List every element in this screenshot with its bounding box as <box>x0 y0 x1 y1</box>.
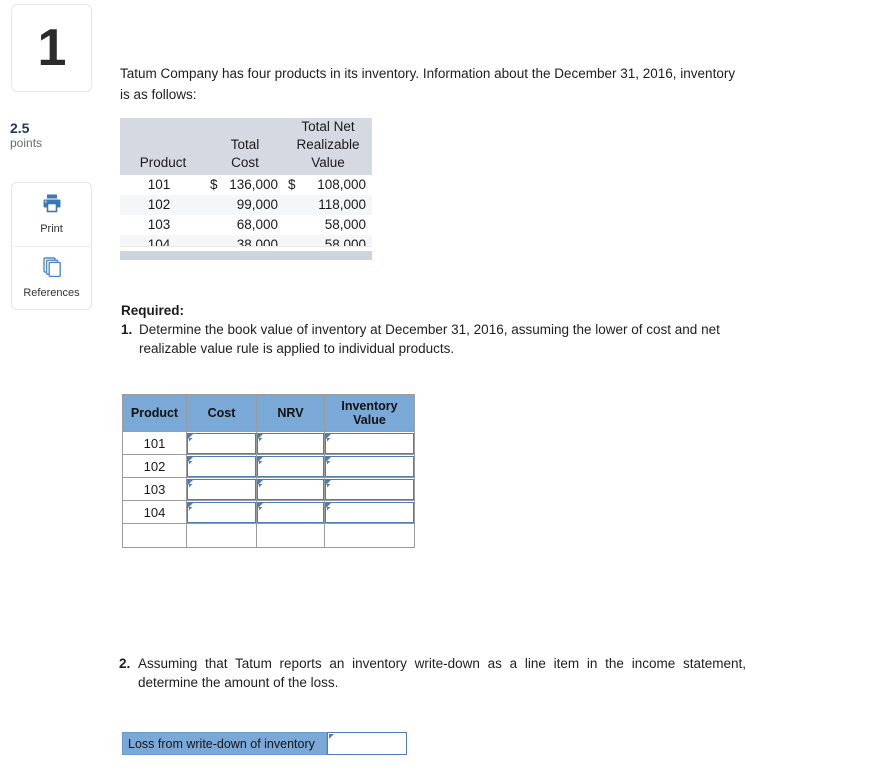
given-data-table: Product Total Cost Total Net Realizable … <box>120 118 372 255</box>
nrv-amount: 108,000 <box>317 177 366 192</box>
nrv-currency-symbol: $ <box>288 177 296 192</box>
table-row: 104 <box>122 500 415 524</box>
cell-product: 102 <box>122 454 187 478</box>
header-cost: Cost <box>186 394 257 432</box>
header-inventory-value-line1: Inventory <box>341 399 398 413</box>
inventory-value-input[interactable] <box>325 432 414 454</box>
nrv-input[interactable] <box>257 432 324 454</box>
cell-nrv <box>256 500 325 524</box>
cell-cost: 68,000 <box>236 217 278 232</box>
cell-cost <box>186 431 257 455</box>
cell-product: 101 <box>122 431 187 455</box>
table-row: 102 <box>122 454 415 478</box>
cell-total-nrv <box>256 523 325 548</box>
given-table-footer-bar <box>120 251 372 260</box>
question-2-number: 2. <box>119 656 131 671</box>
nrv-input[interactable] <box>257 478 324 500</box>
header-total-nrv: Total Net Realizable Value <box>284 118 372 175</box>
given-table-header-row: Product Total Cost Total Net Realizable … <box>120 118 372 175</box>
table-row: 101 $136,000 $108,000 <box>120 175 372 195</box>
cost-input[interactable] <box>187 501 256 523</box>
cell-inventory-value <box>324 431 415 455</box>
inventory-value-input[interactable] <box>325 455 414 477</box>
loss-row: Loss from write-down of inventory <box>122 732 407 755</box>
cell-product: 103 <box>147 217 171 232</box>
loss-label: Loss from write-down of inventory <box>122 732 327 755</box>
question-2-text: Assuming that Tatum reports an inventory… <box>138 656 746 690</box>
nrv-input[interactable] <box>257 455 324 477</box>
required-heading: Required: <box>121 303 185 318</box>
cell-cost <box>186 454 257 478</box>
cell-product: 102 <box>120 195 206 215</box>
header-inventory-value-line2: Value <box>353 413 386 427</box>
table-row: 102 99,000 118,000 <box>120 195 372 215</box>
header-product: Product <box>120 118 206 175</box>
question-1: 1. Determine the book value of inventory… <box>121 320 746 358</box>
nrv-input[interactable] <box>257 501 324 523</box>
header-nrv: NRV <box>256 394 325 432</box>
table-row: 103 <box>122 477 415 501</box>
table-row: 103 68,000 58,000 <box>120 215 372 235</box>
cell-cost <box>186 477 257 501</box>
cost-amount: 136,000 <box>229 177 278 192</box>
intro-text: Tatum Company has four products in its i… <box>120 66 736 102</box>
question-1-number: 1. <box>121 322 133 337</box>
cell-cost: $136,000 <box>206 175 284 195</box>
question-1-text: Determine the book value of inventory at… <box>139 322 720 356</box>
cell-total-label <box>122 523 187 548</box>
cell-nrv: 58,000 <box>324 217 366 232</box>
cost-input[interactable] <box>187 432 256 454</box>
cell-cost: 99,000 <box>206 195 284 215</box>
answer-table: Product Cost NRV Inventory Value 101 102 <box>122 394 415 548</box>
cell-product: 101 <box>147 177 171 192</box>
cell-nrv <box>256 454 325 478</box>
cell-cost <box>186 500 257 524</box>
header-product: Product <box>122 394 187 432</box>
answer-table-header-row: Product Cost NRV Inventory Value <box>122 394 415 432</box>
loss-input[interactable] <box>327 732 407 755</box>
cell-nrv <box>256 431 325 455</box>
table-total-row <box>122 523 415 548</box>
cell-total-inventory-value <box>324 523 415 548</box>
header-inventory-value: Inventory Value <box>324 394 415 432</box>
cost-input[interactable] <box>187 455 256 477</box>
question-2: 2. Assuming that Tatum reports an invent… <box>119 654 746 692</box>
cell-inventory-value <box>324 500 415 524</box>
question-content: Tatum Company has four products in its i… <box>0 0 871 776</box>
inventory-value-input[interactable] <box>325 501 414 523</box>
cell-product: 103 <box>122 477 187 501</box>
cell-inventory-value <box>324 477 415 501</box>
cell-total-cost <box>186 523 257 548</box>
cell-nrv: $108,000 <box>284 175 372 195</box>
table-row: 101 <box>122 431 415 455</box>
cell-product: 104 <box>122 500 187 524</box>
cost-currency-symbol: $ <box>210 177 218 192</box>
cell-nrv <box>256 477 325 501</box>
cell-nrv: 118,000 <box>284 195 372 215</box>
header-total-cost: Total Cost <box>206 118 284 175</box>
inventory-value-input[interactable] <box>325 478 414 500</box>
cost-input[interactable] <box>187 478 256 500</box>
cell-inventory-value <box>324 454 415 478</box>
